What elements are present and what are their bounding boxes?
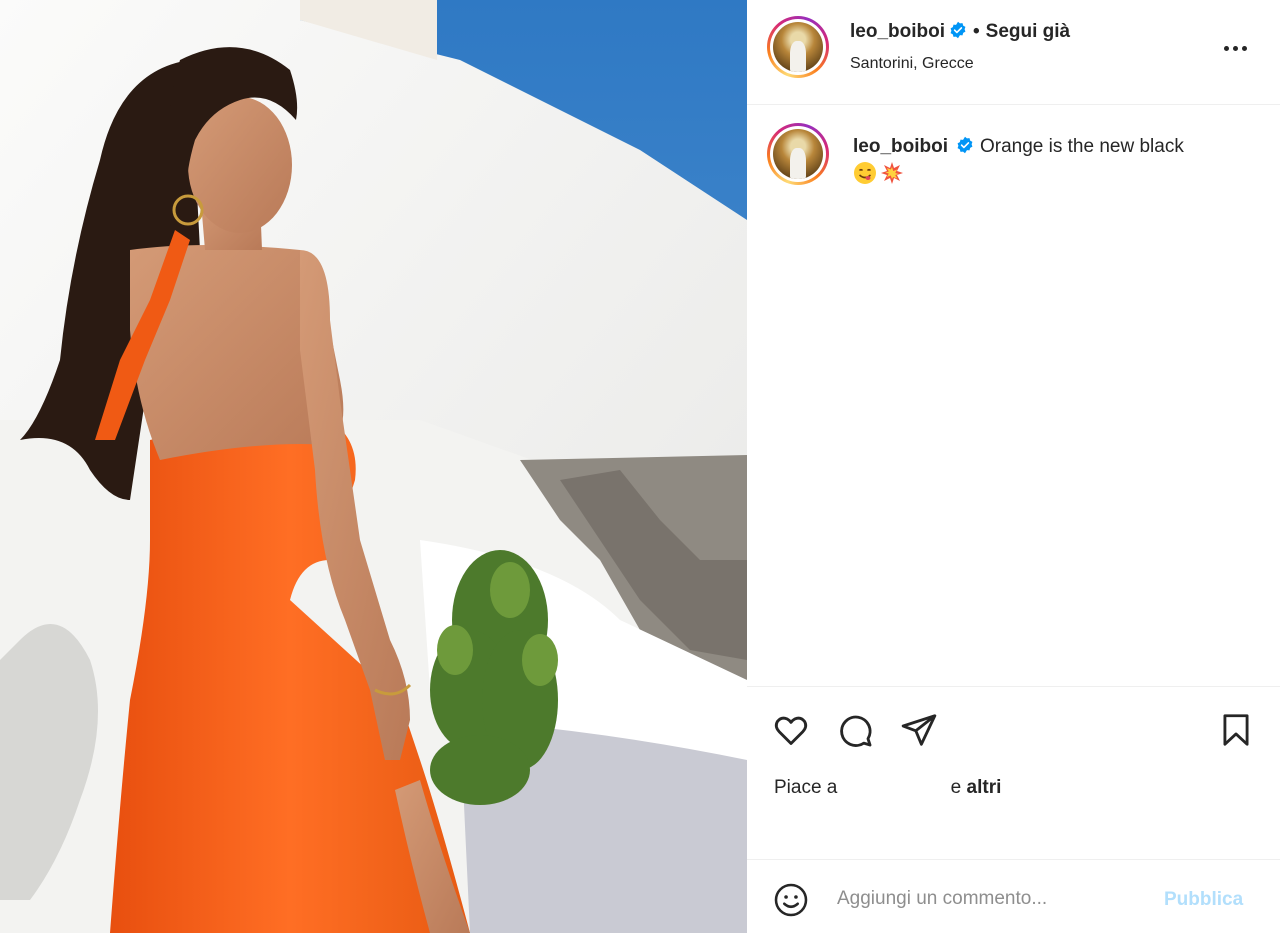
likes-others-link[interactable]: altri	[967, 777, 1002, 798]
likes-middle: e	[950, 777, 962, 798]
post-location[interactable]: Santorini, Grecce	[850, 55, 974, 73]
post-image	[0, 0, 747, 933]
publish-button[interactable]: Pubblica	[1164, 889, 1243, 911]
likes-summary: Piace a e altri	[774, 776, 1001, 799]
verified-badge-icon	[950, 21, 966, 39]
post-side-panel: leo_boiboi • Segui già Santorini, Grecce l…	[747, 0, 1280, 933]
verified-badge-icon	[957, 136, 973, 154]
comment-bar: Pubblica	[747, 859, 1280, 933]
separator-dot: •	[973, 21, 980, 42]
smiley-icon[interactable]	[773, 882, 809, 918]
post-photo[interactable]	[0, 0, 747, 933]
paper-plane-icon[interactable]	[900, 711, 938, 749]
post-actions: Piace a e altri	[747, 686, 1280, 859]
avatar[interactable]	[767, 16, 829, 78]
caption-avatar[interactable]	[767, 123, 829, 185]
more-options-icon[interactable]	[1221, 38, 1251, 58]
caption-text: Orange is the new black	[980, 136, 1184, 157]
author-line: leo_boiboi • Segui già	[850, 21, 1070, 43]
likes-prefix: Piace a	[774, 777, 838, 798]
caption-text-block: leo_boiboi Orange is the new black	[853, 133, 1253, 189]
follow-status-button[interactable]: Segui già	[986, 21, 1070, 42]
heart-icon[interactable]	[772, 711, 810, 749]
comment-input[interactable]	[837, 880, 1157, 918]
caption-username[interactable]: leo_boiboi	[853, 136, 948, 157]
bookmark-icon[interactable]	[1217, 711, 1255, 749]
avatar-image	[773, 129, 823, 179]
liker-username-redacted[interactable]	[843, 776, 951, 796]
comment-icon[interactable]	[836, 711, 874, 749]
smiling-face-savoring-food-emoji	[854, 162, 876, 184]
collision-emoji	[881, 162, 903, 184]
post-header: leo_boiboi • Segui già Santorini, Grecce	[747, 0, 1280, 105]
avatar-image	[773, 22, 823, 72]
author-username[interactable]: leo_boiboi	[850, 21, 945, 42]
